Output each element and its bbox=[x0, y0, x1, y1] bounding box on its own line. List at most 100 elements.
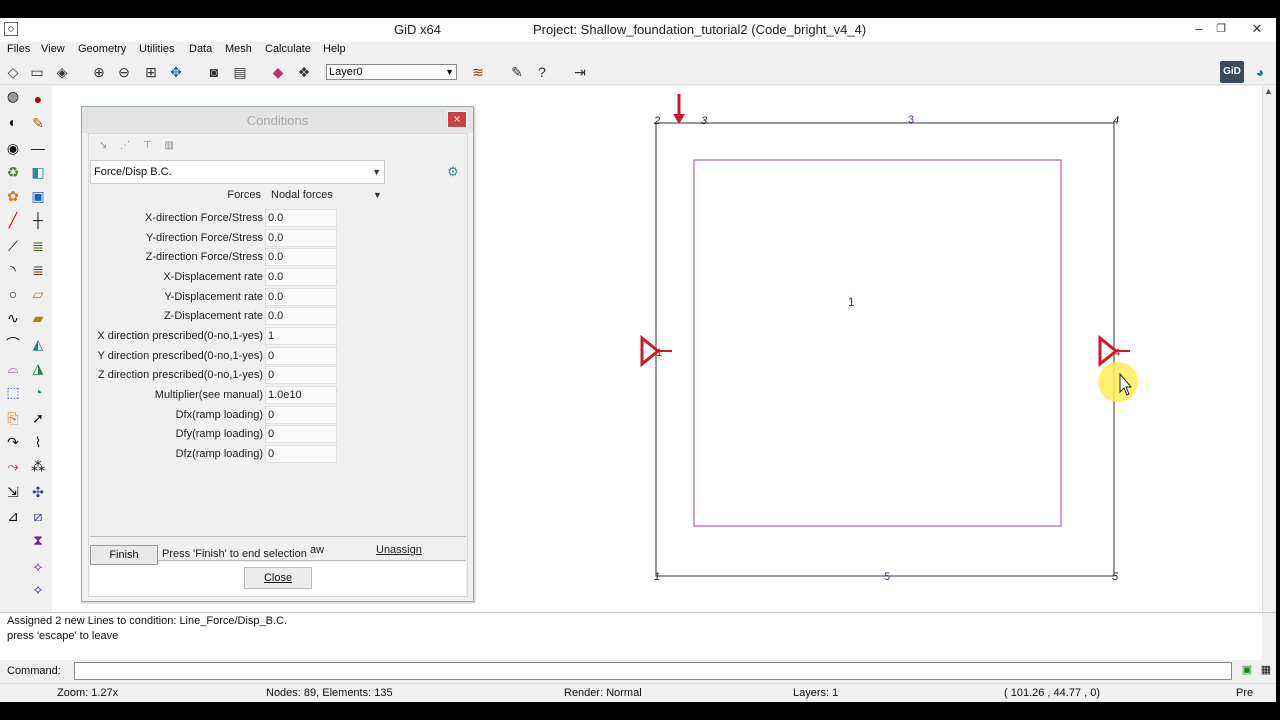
circle-icon[interactable]: ○ bbox=[3, 284, 23, 304]
menu-files[interactable]: Files bbox=[7, 43, 30, 55]
z-displacement-input[interactable]: 0.0 bbox=[265, 307, 337, 325]
unassign-button[interactable]: Unassign bbox=[376, 544, 422, 556]
zoom-out-icon[interactable]: ⊖ bbox=[114, 62, 134, 82]
gid-app-icon[interactable]: ◇ bbox=[4, 22, 18, 36]
dialog-title-bar[interactable]: Conditions × bbox=[82, 107, 473, 133]
menu-data[interactable]: Data bbox=[189, 43, 212, 55]
menu-utilities[interactable]: Utilities bbox=[139, 43, 174, 55]
menu-calculate[interactable]: Calculate bbox=[265, 43, 311, 55]
layer-select[interactable]: Layer0 ▼ bbox=[326, 64, 457, 80]
draw-button[interactable]: aw bbox=[310, 544, 324, 556]
y-force-input[interactable]: 0.0 bbox=[265, 229, 337, 247]
y-displacement-input[interactable]: 0.0 bbox=[265, 288, 337, 306]
axis-icon[interactable]: ┼ bbox=[28, 210, 48, 230]
dots-icon[interactable]: ⁂ bbox=[28, 456, 48, 476]
close-window-button[interactable]: ✕ bbox=[1244, 20, 1270, 38]
layer-manager-icon[interactable]: ≋ bbox=[468, 62, 488, 82]
camera-icon[interactable]: ◙ bbox=[204, 62, 224, 82]
close-button[interactable]: Close bbox=[244, 567, 312, 589]
line-draw-icon[interactable]: ╱ bbox=[3, 210, 23, 230]
chevron-down-icon[interactable]: ▼ bbox=[373, 190, 382, 200]
menu-help[interactable]: Help bbox=[323, 43, 346, 55]
settings-gear-icon[interactable]: ⚙ bbox=[444, 164, 462, 182]
forces-select[interactable]: Nodal forces bbox=[271, 189, 333, 201]
assign-icon[interactable]: ↘ bbox=[99, 140, 107, 151]
measure-icon[interactable]: ✧ bbox=[28, 580, 48, 600]
message-scrollbar[interactable] bbox=[1262, 613, 1276, 661]
finish-button[interactable]: Finish bbox=[90, 545, 158, 565]
y-prescribed-input[interactable]: 0 bbox=[265, 347, 337, 365]
cube-outline-icon[interactable]: ⬚ bbox=[3, 382, 23, 402]
layers-view-icon[interactable]: ❖ bbox=[294, 62, 314, 82]
move-icon[interactable]: ⤳ bbox=[3, 456, 23, 476]
condition-select[interactable]: Force/Disp B.C. ▼ bbox=[90, 160, 385, 184]
intersect-icon[interactable]: ⧗ bbox=[28, 530, 48, 550]
gid-version-icon[interactable]: ◕ bbox=[1250, 62, 1270, 82]
zoom-frame-icon[interactable]: ⊞ bbox=[141, 62, 161, 82]
save-file-icon[interactable]: ◈ bbox=[52, 62, 72, 82]
fan-icon[interactable]: ◔ bbox=[28, 382, 48, 402]
spring-icon[interactable]: ⌇ bbox=[28, 432, 48, 452]
dfz-input[interactable]: 0 bbox=[265, 445, 337, 463]
curve-icon[interactable]: ⌒ bbox=[3, 334, 23, 354]
box-icon[interactable]: ▣ bbox=[28, 186, 48, 206]
pan-icon[interactable]: ✥ bbox=[166, 62, 186, 82]
mode-status[interactable]: Pre bbox=[1236, 687, 1253, 699]
exit-icon[interactable]: ⇥ bbox=[570, 62, 590, 82]
spline-icon[interactable]: ∿ bbox=[3, 308, 23, 328]
print-icon[interactable]: ▤ bbox=[230, 62, 250, 82]
zoom-in-icon[interactable]: ⊕ bbox=[89, 62, 109, 82]
arrow-curve-icon[interactable]: ↷ bbox=[3, 432, 23, 452]
x-force-input[interactable]: 0.0 bbox=[265, 209, 337, 227]
terminal-icon[interactable]: ▣ bbox=[1240, 663, 1254, 677]
grid-icon[interactable]: ✣ bbox=[28, 482, 48, 502]
dfx-input[interactable]: 0 bbox=[265, 406, 337, 424]
grid-view-icon[interactable]: ▦ bbox=[1259, 663, 1273, 677]
canvas-scrollbar[interactable]: ▲ bbox=[1262, 86, 1276, 612]
z-force-input[interactable]: 0.0 bbox=[265, 248, 337, 266]
render-icon[interactable]: ◆ bbox=[268, 62, 288, 82]
mesh-tri-icon[interactable]: ◭ bbox=[28, 334, 48, 354]
multiplier-input[interactable]: 1.0e10 bbox=[265, 386, 337, 404]
x-prescribed-input[interactable]: 1 bbox=[265, 327, 337, 345]
color-icon[interactable]: ✿ bbox=[3, 186, 23, 206]
menu-geometry[interactable]: Geometry bbox=[78, 43, 126, 55]
recycle-icon[interactable]: ♻ bbox=[3, 162, 23, 182]
point-icon[interactable]: ● bbox=[28, 89, 48, 109]
render-status[interactable]: Render: Normal bbox=[564, 687, 642, 699]
edit-icon[interactable]: ✎ bbox=[507, 62, 527, 82]
dialog-close-icon[interactable]: × bbox=[447, 111, 467, 128]
outer-boundary[interactable] bbox=[655, 122, 1115, 577]
command-input[interactable] bbox=[74, 662, 1232, 680]
cube-icon[interactable]: ◧ bbox=[28, 162, 48, 182]
help-icon[interactable]: ? bbox=[532, 62, 552, 82]
chevron-up-icon[interactable]: ▲ bbox=[1264, 86, 1273, 96]
inner-surface[interactable] bbox=[693, 159, 1062, 527]
mesh-quad-icon[interactable]: ◮ bbox=[28, 358, 48, 378]
collapse-icon[interactable]: ⊿ bbox=[3, 506, 23, 526]
cylinder-icon[interactable]: ◍ bbox=[3, 86, 23, 106]
divide-icon[interactable]: ⟡ bbox=[28, 556, 48, 576]
dfy-input[interactable]: 0 bbox=[265, 425, 337, 443]
nurbs-icon[interactable]: ⌓ bbox=[3, 358, 23, 378]
folder-icon[interactable]: ▱ bbox=[28, 284, 48, 304]
x-displacement-input[interactable]: 0.0 bbox=[265, 268, 337, 286]
sweep-icon[interactable]: ⧄ bbox=[28, 506, 48, 526]
open-file-icon[interactable]: ▭ bbox=[27, 62, 47, 82]
entities-icon[interactable]: ⋰ bbox=[120, 140, 130, 151]
copy-icon[interactable]: ⎘ bbox=[3, 408, 23, 428]
stack-brown-icon[interactable]: ≣ bbox=[28, 260, 48, 280]
polyline-icon[interactable]: ⟋ bbox=[3, 236, 23, 256]
new-file-icon[interactable]: ◇ bbox=[3, 62, 23, 82]
list-icon[interactable]: ▥ bbox=[164, 140, 173, 151]
volume-icon[interactable]: ◉ bbox=[3, 138, 23, 158]
menu-mesh[interactable]: Mesh bbox=[225, 43, 252, 55]
stack-green-icon[interactable]: ≣ bbox=[28, 236, 48, 256]
surface-icon[interactable]: ◐ bbox=[3, 112, 23, 132]
menu-view[interactable]: View bbox=[41, 43, 65, 55]
pencil-icon[interactable]: ✎ bbox=[28, 113, 48, 133]
draw-icon[interactable]: ⊤ bbox=[143, 140, 152, 151]
scale-icon[interactable]: ⇲ bbox=[3, 482, 23, 502]
folder-open-icon[interactable]: ▰ bbox=[28, 308, 48, 328]
restore-button[interactable]: ❐ bbox=[1208, 20, 1234, 38]
